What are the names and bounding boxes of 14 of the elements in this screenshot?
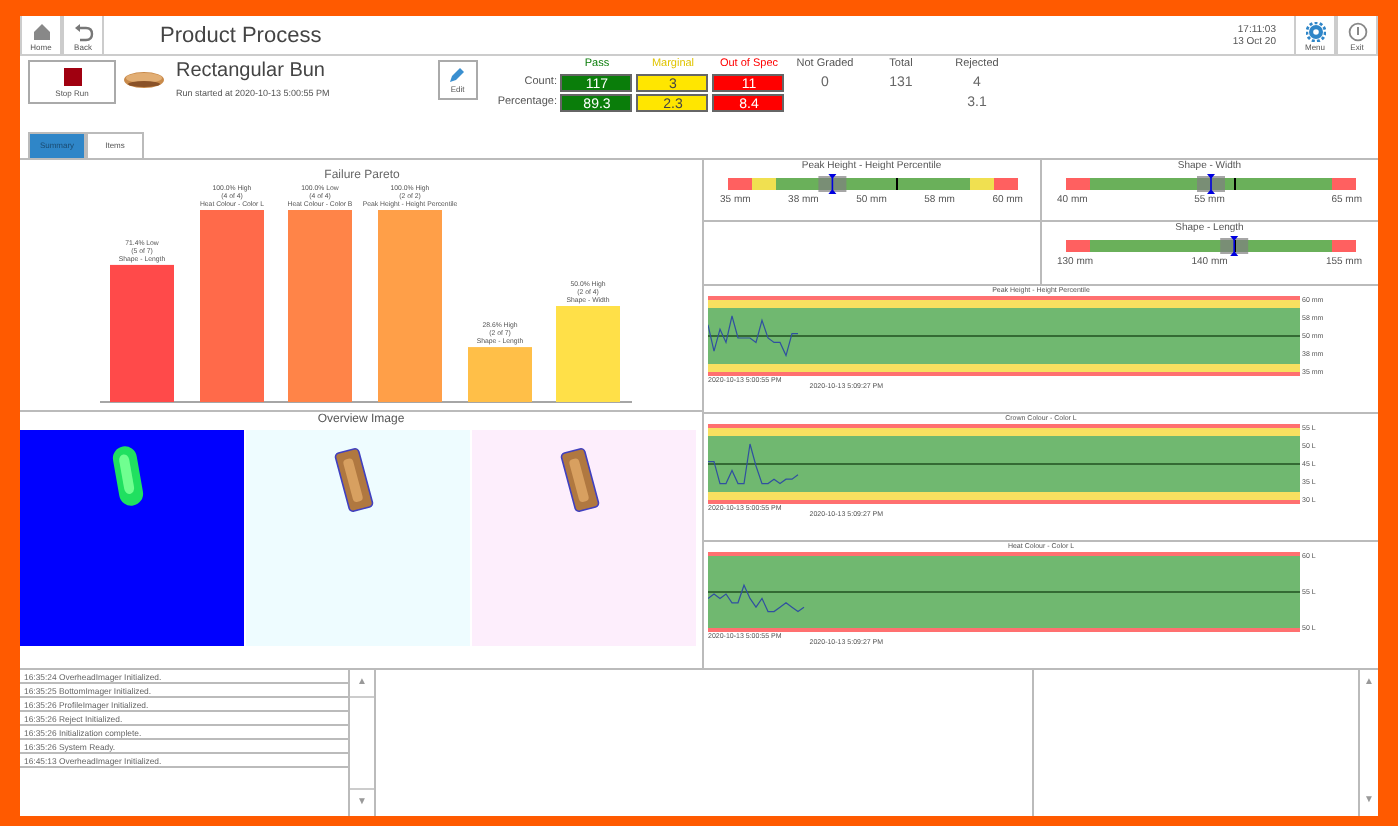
stop-icon	[63, 67, 81, 85]
page-title: Product Process	[160, 22, 322, 52]
target-line	[896, 178, 898, 190]
power-icon	[1347, 21, 1367, 41]
settings-icon	[1305, 21, 1325, 41]
back-arrow-icon	[73, 21, 93, 41]
pencil-icon	[448, 66, 467, 84]
target-line	[1233, 178, 1235, 190]
range-box	[818, 176, 847, 192]
bar	[468, 347, 532, 402]
product-name: Rectangular Bun	[176, 60, 327, 84]
home-icon	[31, 21, 51, 41]
bar	[110, 264, 174, 402]
bar	[556, 306, 620, 402]
